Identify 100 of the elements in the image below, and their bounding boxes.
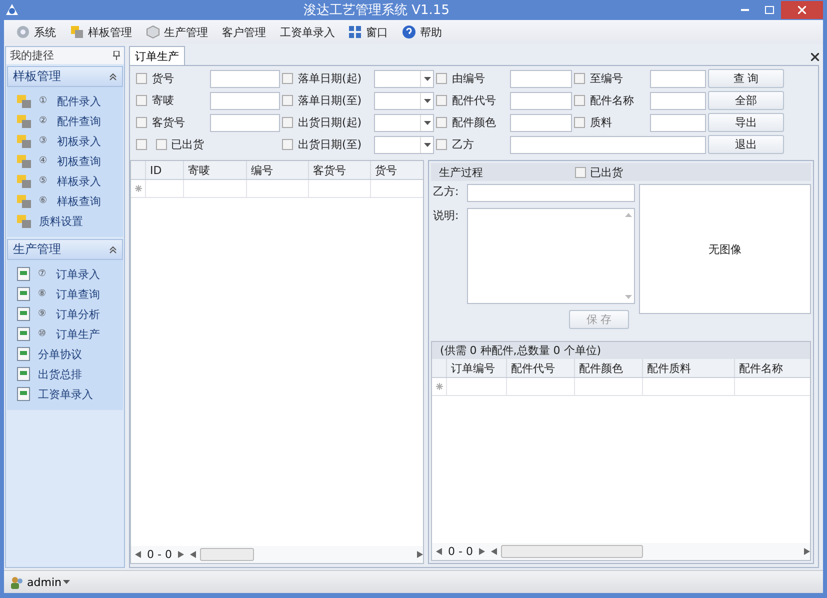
column-header[interactable]: 配件颜色 — [574, 359, 642, 377]
nav-item[interactable]: ① 配件录入 — [17, 91, 123, 111]
input-field[interactable] — [467, 184, 635, 202]
document-icon — [17, 347, 30, 361]
checkbox[interactable] — [282, 95, 293, 106]
scroll-down-icon[interactable] — [624, 295, 632, 299]
menu-item[interactable]: 客户管理 — [222, 24, 266, 40]
field-label: 落单日期(至) — [298, 93, 363, 108]
date-dropdown[interactable] — [374, 114, 434, 132]
menu-item[interactable]: 系统 — [16, 24, 56, 40]
column-header[interactable]: ID — [145, 161, 183, 179]
checkbox[interactable] — [136, 95, 147, 106]
checkbox[interactable] — [136, 73, 147, 84]
column-header[interactable]: 订单编号 — [446, 359, 506, 377]
nav-item[interactable]: ⑩ 订单生产 — [17, 324, 123, 344]
input-field[interactable] — [650, 114, 706, 132]
nav-item[interactable]: ⑨ 订单分析 — [17, 304, 123, 324]
checkbox[interactable] — [574, 73, 585, 84]
group-header[interactable]: 生产管理 — [7, 239, 123, 260]
menu-item[interactable]: 生产管理 — [146, 24, 208, 40]
checkbox[interactable] — [282, 139, 293, 150]
checkbox[interactable] — [436, 95, 447, 106]
checkbox[interactable] — [136, 139, 147, 150]
input-field[interactable] — [650, 92, 706, 110]
date-dropdown[interactable] — [374, 92, 434, 110]
close-button[interactable] — [781, 1, 823, 19]
input-field[interactable] — [210, 114, 280, 132]
field-label: 客货号 — [152, 115, 186, 130]
new-row-icon — [436, 383, 442, 390]
input-field[interactable] — [510, 70, 572, 88]
nav-item[interactable]: 工资单录入 — [17, 384, 123, 404]
input-field[interactable] — [510, 136, 706, 154]
scrollbar-thumb[interactable] — [500, 545, 643, 558]
action-button[interactable]: 全部 — [708, 91, 784, 110]
column-header[interactable]: 配件名称 — [734, 359, 800, 377]
field-label: 出货日期(起) — [298, 115, 363, 130]
checkbox[interactable] — [436, 73, 447, 84]
input-field[interactable] — [210, 92, 280, 110]
nav-item[interactable]: 出货总排 — [17, 364, 123, 384]
action-button[interactable]: 导出 — [708, 113, 784, 132]
tab[interactable]: 订单生产 — [129, 46, 185, 65]
collapse-icon[interactable] — [109, 246, 117, 254]
action-button[interactable]: 退出 — [708, 135, 784, 154]
input-field[interactable] — [510, 92, 572, 110]
close-icon[interactable] — [811, 53, 819, 61]
nav-item[interactable]: ⑦ 订单录入 — [17, 264, 123, 284]
column-header[interactable]: 客货号 — [308, 161, 370, 179]
no-image-text: 无图像 — [708, 242, 742, 256]
field-label: 乙方 — [452, 137, 475, 152]
scroll-left-icon[interactable] — [490, 548, 497, 555]
action-button[interactable]: 查 询 — [708, 69, 784, 88]
menu-item[interactable]: 样板管理 — [70, 24, 132, 40]
nav-item[interactable]: 分单协议 — [17, 344, 123, 364]
column-header[interactable]: 编号 — [246, 161, 308, 179]
nav-item[interactable]: ④ 初板查询 — [17, 151, 123, 171]
date-dropdown[interactable] — [374, 136, 434, 154]
collapse-icon[interactable] — [109, 72, 117, 80]
nav-item[interactable]: ③ 初板录入 — [17, 131, 123, 151]
scroll-up-icon[interactable] — [624, 213, 632, 217]
checkbox[interactable] — [574, 95, 585, 106]
checkbox[interactable] — [574, 117, 585, 128]
user-menu[interactable]: admin — [27, 576, 70, 588]
scroll-left-icon[interactable] — [190, 551, 196, 558]
menu-item[interactable]: 帮助 — [402, 24, 442, 40]
input-field[interactable] — [650, 70, 706, 88]
checkbox[interactable] — [436, 117, 447, 128]
checkbox[interactable] — [575, 166, 586, 178]
checkbox[interactable] — [156, 139, 167, 150]
next-page-icon[interactable] — [178, 551, 184, 558]
checkbox[interactable] — [136, 117, 147, 128]
column-header[interactable]: 寄唛 — [183, 161, 246, 179]
checkbox-label: 已出货 — [171, 137, 204, 152]
gear-icon — [16, 25, 30, 39]
nav-item[interactable]: ⑤ 样板录入 — [17, 171, 123, 191]
column-header[interactable]: 货号 — [370, 161, 422, 179]
nav-item[interactable]: ⑧ 订单查询 — [17, 284, 123, 304]
checkbox[interactable] — [282, 117, 293, 128]
input-field[interactable] — [510, 114, 572, 132]
date-dropdown[interactable] — [374, 70, 434, 88]
nav-item[interactable]: ⑥ 样板查询 — [17, 191, 123, 211]
pin-icon[interactable] — [113, 51, 120, 60]
checkbox[interactable] — [436, 139, 447, 150]
next-page-icon[interactable] — [478, 548, 485, 555]
previous-page-icon[interactable] — [436, 548, 442, 555]
nav-item[interactable]: ② 配件查询 — [17, 111, 123, 131]
menu-item[interactable]: 工资单录入 — [280, 24, 335, 40]
scroll-right-icon[interactable] — [804, 548, 810, 555]
previous-page-icon[interactable] — [135, 551, 141, 558]
checkbox[interactable] — [282, 73, 293, 84]
scrollbar-thumb[interactable] — [200, 548, 254, 561]
column-header[interactable]: 配件质料 — [642, 359, 734, 377]
document-icon — [17, 367, 30, 381]
scroll-right-icon[interactable] — [417, 551, 423, 558]
menu-item[interactable]: 窗口 — [349, 24, 388, 40]
column-header[interactable]: 配件代号 — [506, 359, 574, 377]
input-field[interactable] — [210, 70, 280, 88]
nav-item[interactable]: 质料设置 — [17, 211, 123, 231]
group-header[interactable]: 样板管理 — [7, 66, 123, 87]
text-area[interactable] — [467, 208, 635, 304]
document-icon — [17, 307, 30, 321]
